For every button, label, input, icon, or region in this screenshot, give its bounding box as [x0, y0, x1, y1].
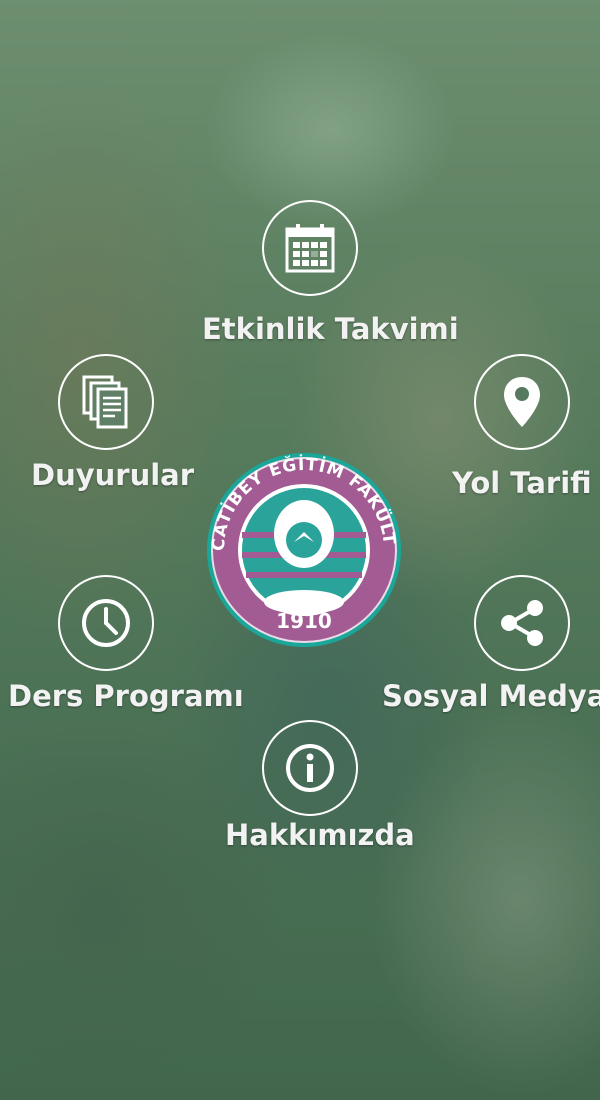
- documents-icon: [82, 375, 128, 429]
- info-icon: [286, 744, 334, 792]
- clock-icon-circle[interactable]: [58, 575, 154, 671]
- duyurular-label: Duyurular: [31, 458, 195, 492]
- calendar-icon: [285, 224, 335, 273]
- share-icon: [501, 600, 543, 646]
- map-pin-icon: [504, 377, 540, 427]
- menu-item-yol-tarifi[interactable]: Yol Tarifi: [448, 354, 598, 504]
- share-icon-circle[interactable]: [474, 575, 570, 671]
- ders-programi-label: Ders Programı: [8, 679, 244, 713]
- hakkimizda-label: Hakkımızda: [225, 818, 415, 852]
- menu-item-ders-programi[interactable]: Ders Programı: [8, 575, 244, 715]
- info-icon-circle[interactable]: [262, 720, 358, 816]
- logo-year: 1910: [276, 609, 332, 633]
- menu-item-hakkimizda[interactable]: Hakkımızda: [222, 720, 415, 860]
- menu-item-duyurular[interactable]: Duyurular: [28, 354, 194, 494]
- faculty-logo[interactable]: NECATİBEY EĞİTİM FAKÜLTESİ 1910: [198, 435, 402, 648]
- etkinlik-takvimi-label: Etkinlik Takvimi: [202, 312, 459, 346]
- clock-icon: [82, 599, 130, 647]
- menu-item-etkinlik-takvimi[interactable]: Etkinlik Takvimi: [200, 200, 459, 350]
- map-pin-icon-circle[interactable]: [474, 354, 570, 450]
- menu-item-sosyal-medya[interactable]: Sosyal Medya: [382, 575, 600, 720]
- yol-tarifi-label: Yol Tarifi: [452, 466, 592, 500]
- documents-icon-circle[interactable]: [58, 354, 154, 450]
- calendar-icon-circle[interactable]: [262, 200, 358, 296]
- sosyal-medya-label: Sosyal Medya: [382, 679, 600, 713]
- faculty-seal: NECATİBEY EĞİTİM FAKÜLTESİ 1910: [198, 435, 401, 647]
